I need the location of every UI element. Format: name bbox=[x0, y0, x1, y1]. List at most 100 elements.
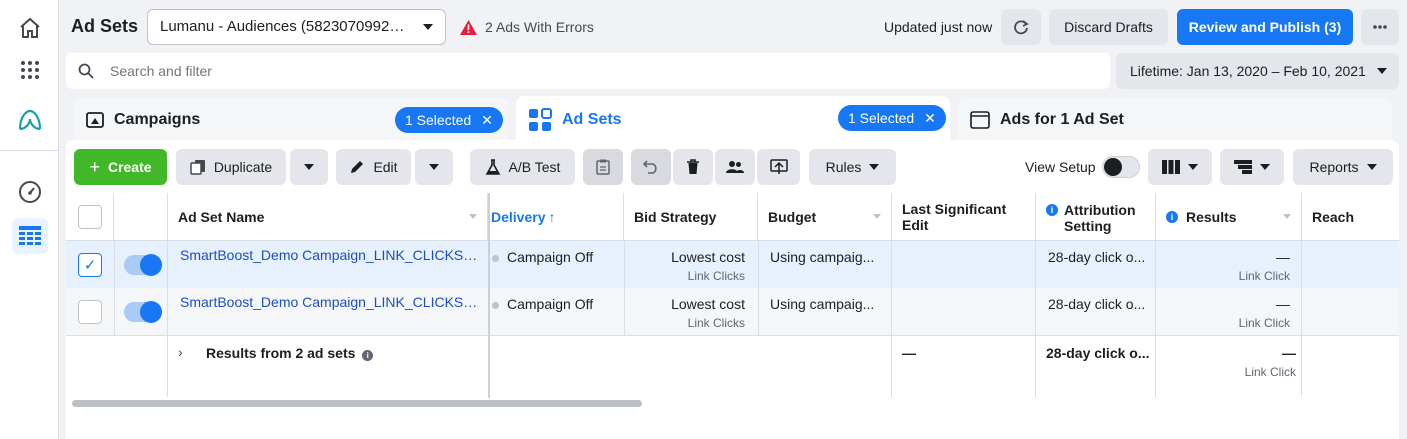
grid-line bbox=[1035, 241, 1036, 397]
grid-line bbox=[1155, 241, 1156, 397]
reports-button[interactable]: Reports bbox=[1293, 149, 1393, 185]
grid-line bbox=[1301, 241, 1302, 397]
close-icon[interactable]: ✕ bbox=[924, 110, 936, 127]
flask-icon bbox=[485, 159, 500, 175]
tab-ad-sets[interactable]: Ad Sets 1 Selected ✕ bbox=[516, 96, 950, 144]
ad-window-icon bbox=[970, 111, 990, 129]
pill-label: 1 Selected bbox=[848, 110, 915, 126]
duplicate-dropdown-button[interactable] bbox=[290, 149, 328, 185]
clipboard-button[interactable] bbox=[583, 149, 623, 185]
grid-line bbox=[167, 241, 168, 397]
breakdown-button[interactable] bbox=[1220, 149, 1284, 185]
undo-button[interactable] bbox=[631, 149, 671, 185]
audience-button[interactable] bbox=[715, 149, 755, 185]
header-budget[interactable]: Budget bbox=[758, 193, 892, 241]
ads-manager-logo-icon[interactable] bbox=[12, 102, 48, 138]
summary-results: — Link Click bbox=[1156, 345, 1296, 379]
sort-caret-icon bbox=[873, 214, 881, 219]
row-toggle[interactable] bbox=[124, 301, 162, 323]
rules-button[interactable]: Rules bbox=[809, 149, 896, 185]
toggle-knob bbox=[1104, 158, 1122, 176]
ad-set-name-link[interactable]: SmartBoost_Demo Campaign_LINK_CLICKS_... bbox=[180, 247, 480, 263]
plus-icon: + bbox=[89, 156, 100, 177]
row-checkbox[interactable]: ✓ bbox=[78, 253, 102, 277]
grid-line bbox=[758, 241, 759, 335]
rules-label: Rules bbox=[825, 159, 862, 175]
refresh-icon bbox=[1014, 20, 1029, 35]
view-setup-toggle[interactable] bbox=[1102, 156, 1140, 178]
header-attribution[interactable]: i Attribution Setting bbox=[1036, 193, 1156, 241]
refresh-button[interactable] bbox=[1001, 9, 1041, 45]
budget-cell[interactable]: Using campaig... bbox=[770, 296, 874, 312]
discard-drafts-button[interactable]: Discard Drafts bbox=[1049, 9, 1168, 45]
tab-ads[interactable]: Ads for 1 Ad Set bbox=[958, 98, 1392, 142]
table-icon[interactable] bbox=[12, 218, 48, 254]
row-toggle[interactable] bbox=[124, 254, 162, 276]
table-row[interactable]: ✓ SmartBoost_Demo Campaign_LINK_CLICKS_.… bbox=[66, 241, 1399, 288]
search-icon bbox=[78, 63, 94, 79]
export-button[interactable] bbox=[757, 149, 800, 185]
budget-cell[interactable]: Using campaig... bbox=[770, 249, 874, 265]
frozen-column-divider bbox=[488, 193, 490, 398]
more-icon bbox=[1373, 25, 1387, 29]
sort-caret-icon bbox=[1283, 214, 1291, 219]
home-icon[interactable] bbox=[12, 10, 48, 46]
status-dot-icon bbox=[492, 301, 499, 309]
header-delivery[interactable]: Delivery ↑ bbox=[488, 193, 624, 241]
duplicate-button[interactable]: Duplicate bbox=[176, 149, 286, 185]
chevron-down-icon bbox=[423, 24, 433, 30]
header-attribution-label: Attribution Setting bbox=[1064, 202, 1136, 234]
date-range-selector[interactable]: Lifetime: Jan 13, 2020 – Feb 10, 2021 bbox=[1116, 53, 1399, 89]
delivery-status: Campaign Off bbox=[492, 249, 593, 265]
ab-test-button[interactable]: A/B Test bbox=[470, 149, 575, 185]
search-bar[interactable] bbox=[66, 53, 1110, 89]
more-options-button[interactable] bbox=[1361, 9, 1399, 45]
bid-sub: Link Clicks bbox=[687, 316, 745, 330]
tab-campaigns[interactable]: Campaigns 1 Selected ✕ bbox=[74, 98, 508, 142]
grid-line bbox=[624, 241, 625, 335]
delivery-label: Campaign Off bbox=[507, 249, 594, 265]
duplicate-icon bbox=[190, 160, 205, 175]
ad-sets-selected-pill[interactable]: 1 Selected ✕ bbox=[838, 105, 946, 131]
close-icon[interactable]: ✕ bbox=[481, 112, 493, 129]
header-reach[interactable]: Reach bbox=[1302, 193, 1399, 241]
apps-grid-icon[interactable] bbox=[12, 52, 48, 88]
edit-dropdown-button[interactable] bbox=[415, 149, 453, 185]
delete-button[interactable] bbox=[673, 149, 713, 185]
select-all-checkbox[interactable] bbox=[78, 205, 102, 229]
chevron-down-icon bbox=[1377, 68, 1387, 74]
expand-chevron-icon[interactable]: › bbox=[178, 344, 183, 360]
info-icon[interactable]: i bbox=[362, 350, 374, 361]
header-bid-strategy[interactable]: Bid Strategy bbox=[624, 193, 758, 241]
account-selector[interactable]: Lumanu - Audiences (5823070992589... bbox=[147, 9, 446, 45]
left-navigation bbox=[0, 0, 59, 439]
horizontal-scrollbar[interactable] bbox=[72, 400, 642, 407]
edit-button[interactable]: Edit bbox=[336, 149, 411, 185]
info-icon[interactable]: i bbox=[1166, 211, 1178, 223]
results-sub: Link Click bbox=[1238, 316, 1290, 330]
people-icon bbox=[726, 161, 744, 173]
chevron-down-icon bbox=[429, 164, 439, 170]
header-toggle-column bbox=[114, 193, 168, 241]
search-input[interactable] bbox=[110, 63, 1010, 79]
warning-icon bbox=[460, 19, 477, 35]
row-checkbox[interactable] bbox=[78, 300, 102, 324]
header-results-label: Results bbox=[1186, 209, 1237, 225]
review-publish-button[interactable]: Review and Publish (3) bbox=[1177, 9, 1353, 45]
breakdown-icon bbox=[1234, 160, 1252, 174]
gauge-icon[interactable] bbox=[12, 174, 48, 210]
errors-indicator[interactable]: 2 Ads With Errors bbox=[460, 19, 594, 35]
columns-button[interactable] bbox=[1148, 149, 1212, 185]
ad-set-name-link[interactable]: SmartBoost_Demo Campaign_LINK_CLICKS_... bbox=[180, 294, 480, 310]
create-label: Create bbox=[107, 159, 152, 175]
campaigns-selected-pill[interactable]: 1 Selected ✕ bbox=[395, 107, 503, 133]
header-results[interactable]: i Results bbox=[1156, 193, 1302, 241]
table-row[interactable]: SmartBoost_Demo Campaign_LINK_CLICKS_...… bbox=[66, 288, 1399, 335]
summary-label: Results from 2 ad sets i bbox=[206, 345, 374, 361]
header-last-edit[interactable]: Last Significant Edit bbox=[892, 193, 1036, 241]
updated-status: Updated just now bbox=[884, 19, 993, 35]
info-icon[interactable]: i bbox=[1046, 204, 1058, 216]
header-ad-set-name[interactable]: Ad Set Name bbox=[168, 193, 488, 241]
create-button[interactable]: + Create bbox=[74, 149, 167, 185]
summary-attribution: 28-day click o... bbox=[1046, 345, 1150, 361]
